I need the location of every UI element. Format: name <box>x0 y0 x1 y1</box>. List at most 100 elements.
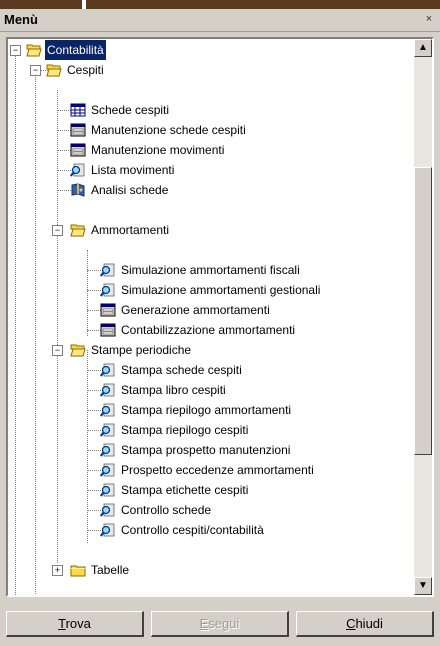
scroll-up-button[interactable]: ▲ <box>414 39 432 57</box>
tree-item-label: Generazione ammortamenti <box>121 303 270 317</box>
magnifier-icon <box>100 522 116 538</box>
close-icon[interactable]: × <box>422 12 436 26</box>
tree-line <box>15 50 16 595</box>
tree-item-label: Tabelle <box>91 563 130 577</box>
tree-line <box>87 370 101 371</box>
tree-line <box>87 310 101 311</box>
tree-item-label: Ammortamenti <box>91 223 170 237</box>
tree-item-label: Simulazione ammortamenti fiscali <box>121 263 300 277</box>
trova-label: rova <box>65 616 91 631</box>
magnifier-icon <box>100 382 116 398</box>
magnifier-icon <box>100 502 116 518</box>
tree-item-stampa-riepilogo-cespiti[interactable]: Stampa riepilogo cespiti <box>100 420 250 440</box>
esegui-button[interactable]: Esegui <box>151 611 289 637</box>
title-bar: Menù × <box>0 9 440 32</box>
tree-line <box>87 350 88 543</box>
tree-line <box>87 390 101 391</box>
tree-item-generazione-ammortamenti[interactable]: Generazione ammortamenti <box>100 300 272 320</box>
tree-item-contabilita[interactable]: Contabilità <box>26 40 106 60</box>
tree-item-controllo-cespiti-contabilita[interactable]: Controllo cespiti/contabilità <box>100 520 266 540</box>
expander-contabilita[interactable]: − <box>10 45 21 56</box>
top-strip-gap <box>82 0 86 9</box>
expander-ammortamenti[interactable]: − <box>52 225 63 236</box>
tree-item-simulazione-ammortamenti-gestionali[interactable]: Simulazione ammortamenti gestionali <box>100 280 322 300</box>
tree-line <box>57 170 71 171</box>
tree-line <box>57 90 58 563</box>
form-icon <box>70 122 86 138</box>
scroll-down-button[interactable]: ▼ <box>414 577 432 595</box>
form-icon <box>100 302 116 318</box>
magnifier-icon <box>70 162 86 178</box>
tree-item-label: Manutenzione movimenti <box>91 143 225 157</box>
tree-item-label: Prospetto eccedenze ammortamenti <box>121 463 314 477</box>
expander-tabelle[interactable]: + <box>52 565 63 576</box>
tree-item-label: Stampa riepilogo cespiti <box>121 423 249 437</box>
chiudi-button[interactable]: Chiudi <box>296 611 434 637</box>
tree-line <box>87 470 101 471</box>
tree-item-analisi-schede[interactable]: Analisi schede <box>70 180 170 200</box>
esegui-label: segui <box>208 616 240 631</box>
tree-item-simulazione-ammortamenti-fiscali[interactable]: Simulazione ammortamenti fiscali <box>100 260 302 280</box>
tree-line <box>87 270 101 271</box>
tree-item-label: Stampa riepilogo ammortamenti <box>121 403 292 417</box>
tree-item-manutenzione-movimenti[interactable]: Manutenzione movimenti <box>70 140 226 160</box>
tree-item-ammortamenti[interactable]: Ammortamenti <box>70 220 171 240</box>
chiudi-label: hiudi <box>355 616 383 631</box>
expander-stampe-periodiche[interactable]: − <box>52 345 63 356</box>
tree-line <box>87 530 101 531</box>
tree-item-label: Simulazione ammortamenti gestionali <box>121 283 321 297</box>
magnifier-icon <box>100 362 116 378</box>
tree-item-label: Stampa schede cespiti <box>121 363 242 377</box>
tree-item-stampa-prospetto-manutenzioni[interactable]: Stampa prospetto manutenzioni <box>100 440 292 460</box>
tree-item-stampe-periodiche[interactable]: Stampe periodiche <box>70 340 193 360</box>
tree-item-label: Stampa etichette cespiti <box>121 483 249 497</box>
tree-item-label: Schede cespiti <box>91 103 170 117</box>
folder-open-icon <box>70 342 86 358</box>
magnifier-icon <box>100 442 116 458</box>
tree-item-schede-cespiti[interactable]: Schede cespiti <box>70 100 171 120</box>
tree-line <box>87 250 88 336</box>
tree-item-label: Analisi schede <box>91 183 169 197</box>
tree-item-stampa-etichette-cespiti[interactable]: Stampa etichette cespiti <box>100 480 250 500</box>
tree-item-label: Contabilizzazione ammortamenti <box>121 323 296 337</box>
tree-item-stampa-riepilogo-ammortamenti[interactable]: Stampa riepilogo ammortamenti <box>100 400 293 420</box>
expander-cespiti[interactable]: − <box>30 65 41 76</box>
tree-line <box>57 190 71 191</box>
top-strip <box>0 0 440 9</box>
trova-access-key: T <box>58 616 66 631</box>
tree-line <box>57 110 71 111</box>
grid-icon <box>70 102 86 118</box>
tree-item-label: Stampa libro cespiti <box>121 383 226 397</box>
form-icon <box>100 322 116 338</box>
tree-item-tabelle[interactable]: Tabelle <box>70 560 131 580</box>
tree-item-label: Stampa prospetto manutenzioni <box>121 443 291 457</box>
tree-item-label: Manutenzione schede cespiti <box>91 123 246 137</box>
scroll-thumb[interactable] <box>414 167 432 455</box>
tree-line <box>87 410 101 411</box>
tree-item-lista-movimenti[interactable]: Lista movimenti <box>70 160 176 180</box>
tree-line <box>57 150 71 151</box>
magnifier-icon <box>100 262 116 278</box>
tree-item-label: Controllo schede <box>121 503 212 517</box>
folder-open-icon <box>70 222 86 238</box>
magnifier-icon <box>100 482 116 498</box>
trova-button[interactable]: Trova <box>6 611 144 637</box>
form-icon <box>70 142 86 158</box>
tree-line <box>57 130 71 131</box>
tree-item-label: Contabilità <box>45 40 106 60</box>
tree-line <box>87 450 101 451</box>
tree-item-cespiti[interactable]: Cespiti <box>46 60 106 80</box>
tree-line <box>35 70 36 595</box>
tree-item-label: Lista movimenti <box>91 163 175 177</box>
tree-line <box>87 330 101 331</box>
tree-item-stampa-schede-cespiti[interactable]: Stampa schede cespiti <box>100 360 244 380</box>
tree-item-manutenzione-schede-cespiti[interactable]: Manutenzione schede cespiti <box>70 120 248 140</box>
vertical-scrollbar[interactable]: ▲ ▼ <box>414 39 432 595</box>
tree-item-controllo-schede[interactable]: Controllo schede <box>100 500 213 520</box>
tree-item-prospetto-eccedenze-ammortamenti[interactable]: Prospetto eccedenze ammortamenti <box>100 460 316 480</box>
esegui-access-key: E <box>199 616 209 631</box>
tree-item-stampa-libro-cespiti[interactable]: Stampa libro cespiti <box>100 380 228 400</box>
folder-open-icon <box>26 42 42 58</box>
tree-item-contabilizzazione-ammortamenti[interactable]: Contabilizzazione ammortamenti <box>100 320 297 340</box>
menu-tree[interactable]: − − − − + Contabilità Cespiti Schede ces… <box>6 37 434 597</box>
